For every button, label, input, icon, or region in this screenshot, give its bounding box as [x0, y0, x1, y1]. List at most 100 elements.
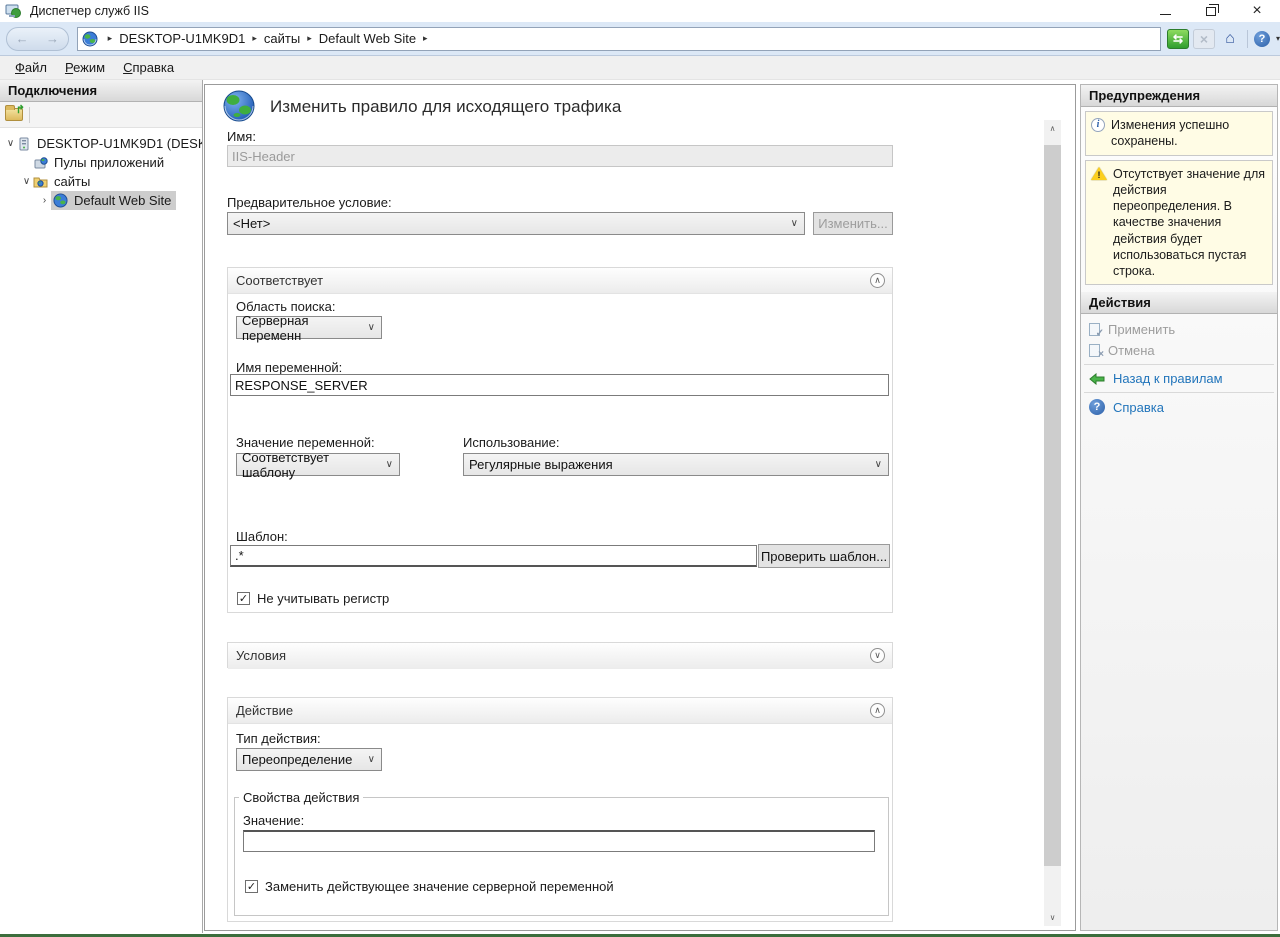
close-icon: × — [1252, 2, 1261, 20]
tree-item-default-web-site[interactable]: › Default Web Site — [0, 191, 202, 210]
chevron-down-icon: ∨ — [791, 218, 804, 229]
scope-select[interactable]: Серверная переменн ∨ — [236, 316, 382, 339]
warning-alert: ! Отсутствует значение для действия пере… — [1085, 160, 1273, 286]
server-icon — [17, 137, 31, 151]
tree-item-app-pools[interactable]: Пулы приложений — [0, 153, 202, 172]
test-pattern-button[interactable]: Проверить шаблон... — [758, 544, 890, 568]
variable-value-select[interactable]: Соответствует шаблону ∨ — [236, 453, 400, 476]
minimize-button[interactable] — [1142, 0, 1188, 22]
connections-toolbar: ↱ — [0, 102, 202, 128]
apply-action[interactable]: ✓ Применить — [1081, 319, 1277, 340]
back-button[interactable]: ← — [16, 32, 29, 45]
replace-checkbox[interactable]: ✓ — [245, 880, 258, 893]
window-controls: × — [1142, 0, 1280, 22]
info-alert-text: Изменения успешно сохранены. — [1111, 117, 1267, 150]
tree-item-sites[interactable]: ∨ сайты — [0, 172, 202, 191]
cancel-action[interactable]: × Отмена — [1081, 340, 1277, 361]
toolbar-separator — [29, 107, 30, 123]
home-button[interactable]: ⌂ — [1219, 29, 1241, 49]
pattern-label: Шаблон: — [236, 529, 288, 544]
restore-button[interactable] — [1188, 0, 1234, 22]
chevron-down-icon: ∨ — [386, 459, 399, 470]
stop-button[interactable]: × — [1193, 29, 1215, 49]
edit-precondition-button[interactable]: Изменить... — [813, 212, 893, 235]
tree-expanded-icon[interactable]: ∨ — [4, 138, 17, 149]
iis-manager-window: Диспетчер служб IIS × ← → ▸ DESKTOP-U1MK… — [0, 0, 1280, 937]
action-type-select[interactable]: Переопределение ∨ — [236, 748, 382, 771]
warning-icon: ! — [1091, 167, 1107, 181]
breadcrumb-separator-icon: ▸ — [423, 33, 428, 44]
collapse-chevron-up-icon[interactable]: ∧ — [870, 703, 885, 718]
tree-item-server[interactable]: ∨ DESKTOP-U1MK9D1 (DESKTOP — [0, 134, 202, 153]
chevron-down-icon: ∨ — [875, 459, 888, 470]
variable-value-value: Соответствует шаблону — [242, 450, 386, 480]
help-icon: ? — [1089, 399, 1105, 415]
content-scrollbar[interactable]: ∧ ∨ — [1044, 120, 1061, 926]
action-value-input[interactable] — [243, 830, 875, 852]
navigation-pill: ← → — [6, 27, 69, 51]
menu-view[interactable]: Режим — [56, 57, 114, 78]
breadcrumb-separator-icon: ▸ — [108, 33, 113, 44]
collapse-chevron-up-icon[interactable]: ∧ — [870, 273, 885, 288]
info-icon: i — [1091, 118, 1105, 132]
chevron-down-icon: ∨ — [368, 322, 381, 333]
using-label: Использование: — [463, 435, 560, 450]
tree-expanded-icon[interactable]: ∨ — [20, 176, 33, 187]
address-band: ← → ▸ DESKTOP-U1MK9D1 ▸ сайты ▸ Default … — [0, 22, 1280, 56]
precondition-select[interactable]: <Нет> ∨ — [227, 212, 805, 235]
cancel-label: Отмена — [1108, 343, 1155, 358]
expand-chevron-down-icon[interactable]: ∨ — [870, 648, 885, 663]
match-section-header[interactable]: Соответствует ∧ — [228, 268, 892, 294]
ignore-case-checkbox[interactable]: ✓ — [237, 592, 250, 605]
using-select[interactable]: Регулярные выражения ∨ — [463, 453, 889, 476]
variable-name-input[interactable] — [230, 374, 889, 396]
back-to-rules-label: Назад к правилам — [1113, 371, 1223, 386]
actions-separator — [1084, 392, 1274, 393]
action-properties-group: Свойства действия Значение: ✓ Заменить д… — [234, 790, 889, 916]
address-band-buttons: ⇆ × ⌂ ? ▾ — [1167, 29, 1280, 49]
breadcrumb[interactable]: ▸ DESKTOP-U1MK9D1 ▸ сайты ▸ Default Web … — [77, 27, 1161, 51]
scroll-up-icon[interactable]: ∧ — [1044, 120, 1061, 137]
forward-button[interactable]: → — [46, 32, 59, 45]
tree-item-app-pools-label: Пулы приложений — [51, 154, 167, 171]
tree-item-sites-label: сайты — [51, 173, 93, 190]
pattern-input[interactable] — [230, 545, 757, 567]
conditions-section-header[interactable]: Условия ∨ — [228, 643, 892, 669]
using-value: Регулярные выражения — [469, 457, 613, 472]
name-label: Имя: — [227, 129, 256, 144]
menu-help[interactable]: Справка — [114, 57, 183, 78]
scrollbar-thumb[interactable] — [1044, 145, 1061, 866]
help-dropdown-caret-icon[interactable]: ▾ — [1276, 34, 1280, 43]
breadcrumb-separator-icon: ▸ — [307, 33, 312, 44]
action-section-header[interactable]: Действие ∧ — [228, 698, 892, 724]
scroll-down-icon[interactable]: ∨ — [1044, 909, 1061, 926]
toolbar-separator — [1247, 30, 1248, 48]
back-to-rules-action[interactable]: Назад к правилам — [1081, 368, 1277, 389]
close-button[interactable]: × — [1234, 0, 1280, 22]
refresh-button[interactable]: ⇆ — [1167, 29, 1189, 49]
right-panel: Предупреждения i Изменения успешно сохра… — [1080, 84, 1278, 931]
alerts-header: Предупреждения — [1081, 85, 1277, 107]
connections-header: Подключения — [0, 80, 202, 102]
actions-header: Действия — [1081, 292, 1277, 314]
breadcrumb-item-site[interactable]: Default Web Site — [319, 31, 416, 46]
help-label: Справка — [1113, 400, 1164, 415]
tree-collapsed-icon[interactable]: › — [38, 195, 51, 206]
minimize-icon — [1160, 14, 1171, 15]
help-button[interactable]: ? — [1254, 31, 1270, 47]
green-arrow-icon: ↱ — [16, 103, 25, 116]
help-action[interactable]: ? Справка — [1081, 396, 1277, 418]
tree-selection: Default Web Site — [51, 191, 176, 210]
check-icon: ✓ — [1096, 328, 1104, 339]
create-connection-icon[interactable]: ↱ — [5, 108, 23, 121]
ignore-case-checkbox-row: ✓ Не учитывать регистр — [237, 591, 389, 606]
site-globe-icon — [53, 193, 68, 208]
menu-bar: Файл Режим Справка — [0, 56, 1280, 80]
info-alert: i Изменения успешно сохранены. — [1085, 111, 1273, 156]
breadcrumb-item-server[interactable]: DESKTOP-U1MK9D1 — [119, 31, 245, 46]
ignore-case-label: Не учитывать регистр — [257, 591, 389, 606]
x-icon: × — [1098, 349, 1104, 360]
menu-file[interactable]: Файл — [6, 57, 56, 78]
tree-item-server-label: DESKTOP-U1MK9D1 (DESKTOP — [34, 135, 202, 152]
breadcrumb-item-sites[interactable]: сайты — [264, 31, 300, 46]
